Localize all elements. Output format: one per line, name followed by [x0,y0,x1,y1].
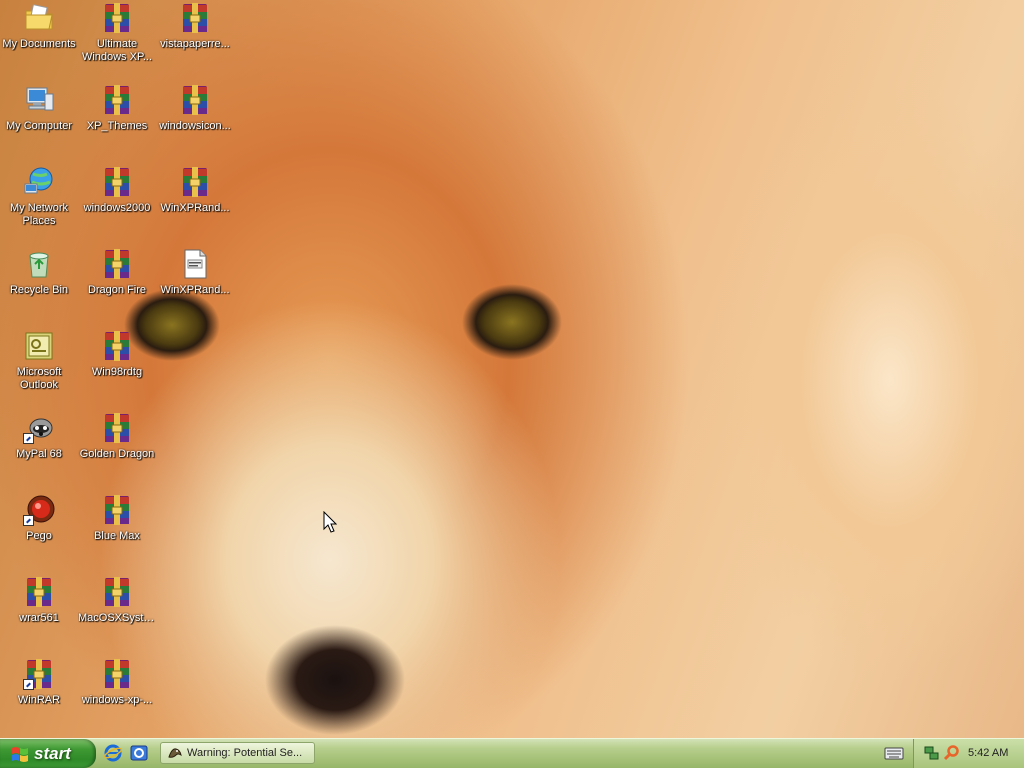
network-icon [24,167,53,194]
shortcut-arrow-icon [23,433,34,444]
desktop-icon-label: Recycle Bin [9,284,69,296]
taskbar: start Warning: Potential Se... 5:42 AM [0,738,1024,768]
desktop-icon-pego[interactable]: Pego [0,494,78,543]
desktop-icon-dragon-fire[interactable]: Dragon Fire [78,248,156,297]
mouse-cursor-icon [323,511,337,533]
desktop-icon-label: WinXPRand... [160,202,230,214]
outlook-icon [25,332,53,360]
desktop-icon-my-documents[interactable]: My Documents [0,2,78,51]
winrar-archive-icon [179,2,211,34]
desktop-icon-label: MyPal 68 [16,448,62,460]
winrar-archive-icon [179,166,211,198]
desktop-icon-label: Win98rdtg [91,366,143,378]
desktop-icon-winrar[interactable]: WinRAR [0,658,78,707]
desktop-icon-ultimate-windows-xp[interactable]: Ultimate Windows XP... [78,2,156,64]
desktop-icon-winxprand-archive[interactable]: WinXPRand... [156,166,234,215]
desktop-icon-label: WinXPRand... [160,284,230,296]
desktop-icon-wrar561[interactable]: wrar561 [0,576,78,625]
desktop-icon-label: My Computer [5,120,73,132]
desktop-icon-label: wrar561 [19,612,59,624]
winrar-archive-icon [101,494,133,526]
desktop-icon-my-network-places[interactable]: My Network Places [0,166,78,228]
desktop-icon-label: Microsoft Outlook [16,366,62,391]
desktop-icon-golden-dragon[interactable]: Golden Dragon [78,412,156,461]
desktop-icon-label: My Documents [2,38,76,50]
clock[interactable]: 5:42 AM [968,747,1008,759]
winrar-archive-icon [101,330,133,362]
winrar-archive-icon [101,2,133,34]
desktop-icon-recycle-bin[interactable]: Recycle Bin [0,248,78,297]
folder-icon [25,4,53,30]
desktop-icon-label: Ultimate Windows XP... [81,38,153,63]
desktop[interactable]: My Documents Ultimate Windows XP... vist… [0,0,1024,738]
desktop-icon-label: WinRAR [17,694,61,706]
keyboard-icon[interactable] [884,745,904,761]
text-file-icon [184,249,207,279]
desktop-icon-label: Golden Dragon [79,448,155,460]
recycle-bin-icon [29,252,49,278]
desktop-icon-label: Blue Max [94,530,140,542]
desktop-icon-macosxsystem[interactable]: MacOSXSystem... [78,576,156,625]
desktop-icon-label: windowsicon... [159,120,231,132]
computer-icon [26,87,54,111]
start-button[interactable]: start [0,739,96,768]
winrar-archive-icon [101,84,133,116]
desktop-icon-xp-themes[interactable]: XP_Themes [78,84,156,133]
start-label: start [34,744,71,763]
winrar-archive-icon [101,248,133,280]
show-desktop-icon[interactable] [130,744,148,762]
desktop-icon-label: windows-xp-... [81,694,153,706]
app-icon [168,748,182,758]
winrar-archive-icon [179,84,211,116]
desktop-icon-label: XP_Themes [86,120,148,132]
search-tray-icon[interactable] [943,745,959,761]
shortcut-arrow-icon [23,515,34,526]
desktop-icon-my-computer[interactable]: My Computer [0,84,78,133]
desktop-icon-blue-max[interactable]: Blue Max [78,494,156,543]
desktop-icon-mypal-68[interactable]: MyPal 68 [0,412,78,461]
winrar-archive-icon [101,576,133,608]
desktop-icon-windowsicon[interactable]: windowsicon... [156,84,234,133]
desktop-icon-vistapaperre[interactable]: vistapaperre... [156,2,234,51]
desktop-icon-windows-xp[interactable]: windows-xp-... [78,658,156,707]
desktop-icon-windows2000[interactable]: windows2000 [78,166,156,215]
windows-logo-icon [12,747,28,762]
shortcut-arrow-icon [23,679,34,690]
desktop-icon-label: Dragon Fire [87,284,147,296]
desktop-icon-label: My Network Places [9,202,69,227]
ie-icon[interactable] [104,744,122,762]
desktop-icon-label: MacOSXSystem... [78,612,156,624]
winrar-archive-icon [23,576,55,608]
desktop-icon-label: Pego [26,530,52,542]
taskbar-button-label: Warning: Potential Se... [187,747,303,759]
desktop-icon-label: windows2000 [83,202,151,214]
network-tray-icon[interactable] [924,745,940,761]
winrar-archive-icon [101,166,133,198]
winrar-archive-icon [101,658,133,690]
desktop-icon-winxprand-file[interactable]: WinXPRand... [156,248,234,297]
desktop-icon-win98rdtg[interactable]: Win98rdtg [78,330,156,379]
winrar-archive-icon [101,412,133,444]
desktop-icon-label: vistapaperre... [160,38,230,50]
desktop-icon-microsoft-outlook[interactable]: Microsoft Outlook [0,330,78,392]
system-tray: 5:42 AM [913,739,1024,768]
quick-launch [104,744,152,762]
taskbar-button-warning[interactable]: Warning: Potential Se... [160,742,315,764]
